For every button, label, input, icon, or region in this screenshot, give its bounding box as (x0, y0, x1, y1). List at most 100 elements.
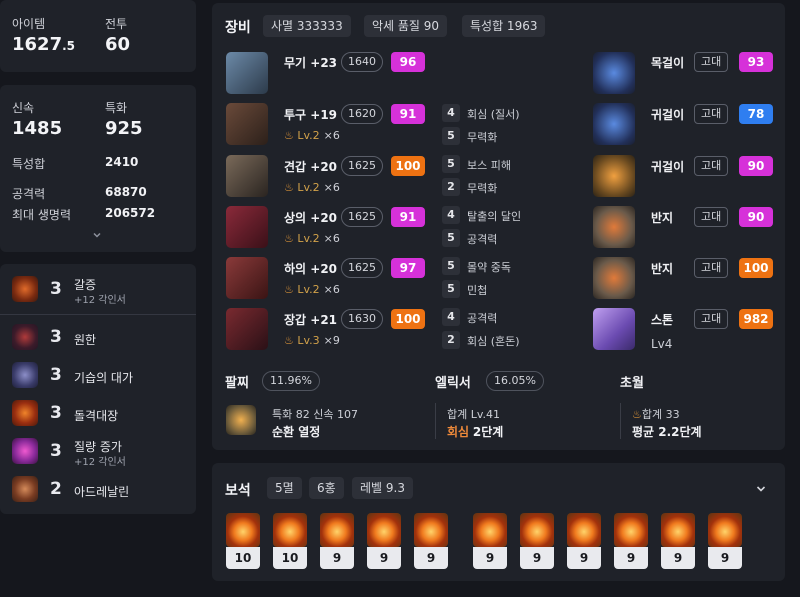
stat-total-label: 특성합 (12, 157, 46, 171)
elixir-total: 합계 Lv.41 (447, 408, 501, 421)
pants-icon[interactable] (226, 257, 268, 299)
gem-icon (661, 513, 695, 547)
accessory-grade: 고대 (694, 104, 729, 124)
divider (435, 403, 436, 439)
bracelet-percent: 11.96% (262, 371, 320, 391)
gem-icon (614, 513, 648, 547)
gear-item-level: 1620 (341, 104, 383, 124)
effect-name: 공격력 (467, 233, 498, 246)
weapon-icon[interactable] (226, 52, 268, 94)
engraving-grudge-icon (12, 324, 38, 350)
engraving-item[interactable]: 3 기습의 대가 (12, 360, 192, 392)
effect-name: 회심 (혼돈) (467, 335, 520, 348)
gem-item[interactable]: 9 (473, 513, 507, 569)
chest-icon[interactable] (226, 206, 268, 248)
gem-item[interactable]: 9 (520, 513, 554, 569)
gem-item[interactable]: 9 (661, 513, 695, 569)
engraving-ambush-icon (12, 362, 38, 388)
elixir-title: 엘릭서 (435, 376, 471, 391)
effect-level: 5 (442, 280, 460, 298)
gem-icon (708, 513, 742, 547)
gem-level: 9 (567, 547, 601, 569)
swiftness-value: 1485 (12, 118, 63, 139)
gem-level: 9 (614, 547, 648, 569)
gear-name: 장갑 +21 (284, 313, 338, 327)
gem-item[interactable]: 9 (414, 513, 448, 569)
gear-name: 무기 +23 (284, 56, 338, 70)
effect-name: 회심 (질서) (467, 108, 520, 121)
engraving-item[interactable]: 2 아드레날린 (12, 474, 192, 506)
gem-item[interactable]: 10 (273, 513, 307, 569)
helmet-icon[interactable] (226, 103, 268, 145)
engraving-item[interactable]: 3 돌격대장 (12, 398, 192, 430)
gem-icon (473, 513, 507, 547)
accessory-quality-badge: 93 (739, 52, 773, 72)
ring-icon[interactable] (593, 206, 635, 248)
effect-level: 5 (442, 155, 460, 173)
ring-icon[interactable] (593, 257, 635, 299)
gem-item[interactable]: 9 (708, 513, 742, 569)
gem-level: 10 (273, 547, 307, 569)
flame-icon: ♨ (284, 283, 294, 296)
specialization-value: 925 (105, 118, 143, 139)
accessory-grade: 고대 (694, 309, 729, 329)
necklace-icon[interactable] (593, 52, 635, 94)
gem-icon (226, 513, 260, 547)
engraving-item[interactable]: 3 원한 (12, 322, 192, 354)
effect-name: 몰약 중독 (467, 261, 511, 274)
stone-icon[interactable] (593, 308, 635, 350)
accessory-quality-badge: 100 (739, 258, 773, 278)
max-hp-value: 206572 (105, 206, 156, 220)
item-level-label: 아이템 (12, 17, 46, 31)
accessory-grade: 고대 (694, 52, 729, 72)
gem-icon (273, 513, 307, 547)
gem-level: 9 (708, 547, 742, 569)
gem-item[interactable]: 9 (567, 513, 601, 569)
gem-item[interactable]: 10 (226, 513, 260, 569)
earring-icon[interactable] (593, 155, 635, 197)
chevron-down-icon[interactable] (91, 229, 103, 241)
engraving-thirst-icon (12, 276, 38, 302)
engraving-adrenaline-icon (12, 476, 38, 502)
shoulder-icon[interactable] (226, 155, 268, 197)
gear-quality-badge: 91 (391, 207, 425, 227)
gem-level: 9 (473, 547, 507, 569)
effect-name: 공격력 (467, 312, 498, 325)
engravings-panel: 3 갈증 +12 각인서 3 원한 3 기습의 대가 3 돌격대장 3 질량 증… (0, 264, 196, 514)
gloves-icon[interactable] (226, 308, 268, 350)
bracelet-stats: 특화 82 신속 107 (272, 408, 358, 421)
equipment-panel: 장비 사멸 333333 악세 품질 90 특성합 1963 무기 +23 16… (212, 3, 785, 450)
accessory-quality-chip: 악세 품질 90 (364, 15, 448, 37)
engraving-level: 3 (50, 403, 62, 423)
engraving-mass-increase-icon (12, 438, 38, 464)
accessory-grade: 고대 (694, 207, 729, 227)
gems-panel: 보석 5멸 6홍 레벨 9.3 10 10 9 9 9 9 9 9 9 9 9 (212, 463, 785, 581)
gem-item[interactable]: 9 (614, 513, 648, 569)
gear-transcend: ♨ Lv.2 ×6 (284, 232, 340, 245)
engraving-item[interactable]: 3 질량 증가 +12 각인서 (12, 436, 192, 468)
engraving-level: 3 (50, 365, 62, 385)
engraving-book: +12 각인서 (74, 295, 126, 306)
gear-quality-badge: 91 (391, 104, 425, 124)
gear-item-level: 1640 (341, 52, 383, 72)
gear-transcend: ♨ Lv.2 ×6 (284, 181, 340, 194)
flame-icon: ♨ (284, 232, 294, 245)
engraving-item[interactable]: 3 갈증 +12 각인서 (12, 274, 192, 306)
gem-level: 9 (367, 547, 401, 569)
gem-level: 9 (520, 547, 554, 569)
gear-transcend: ♨ Lv.3 ×9 (284, 334, 340, 347)
accessory-name: 반지 (651, 211, 674, 225)
earring-icon[interactable] (593, 103, 635, 145)
gear-item-level: 1625 (341, 258, 383, 278)
engraving-name: 기습의 대가 (74, 371, 134, 385)
accessory-quality-badge: 982 (739, 309, 773, 329)
item-level-value: 1627.5 (12, 34, 76, 55)
chevron-down-icon[interactable] (754, 482, 768, 496)
flame-icon: ♨ (284, 334, 294, 347)
bracelet-icon[interactable] (226, 405, 256, 435)
gem-icon (567, 513, 601, 547)
bracelet-title: 팔찌 (225, 376, 249, 391)
swiftness-label: 신속 (12, 101, 35, 115)
gem-item[interactable]: 9 (367, 513, 401, 569)
gem-item[interactable]: 9 (320, 513, 354, 569)
